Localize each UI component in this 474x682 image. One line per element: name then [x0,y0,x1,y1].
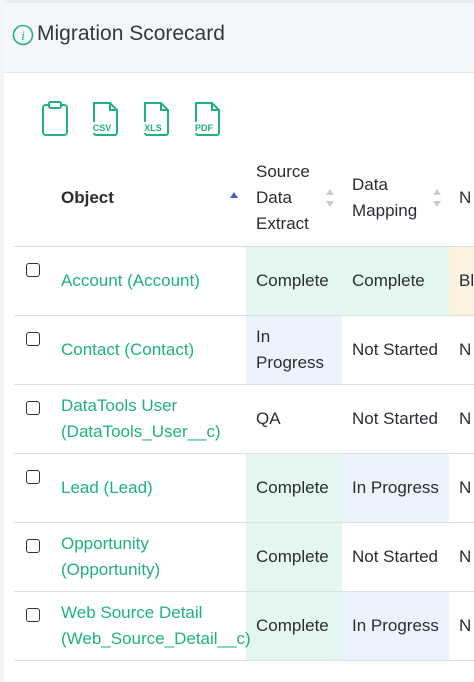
header-data-mapping[interactable]: Data Mapping [342,150,449,247]
row-checkbox[interactable] [26,401,40,415]
header-object-label: Object [61,188,114,207]
row-select-cell [14,522,51,592]
object-cell: DataTools User (DataTools_User__c) [51,384,246,454]
table-row: Account (Account) Complete Complete Bl [14,246,474,316]
next-status-cell: N [449,384,474,454]
page-header: i Migration Scorecard [4,0,474,73]
mapping-status-cell: Complete [342,246,449,316]
source-status-cell: QA [246,384,342,454]
row-select-cell [14,246,51,316]
csv-icon[interactable]: CSV [90,100,122,138]
xls-label: XLS [144,123,162,133]
object-link[interactable]: Opportunity (Opportunity) [61,534,160,579]
scorecard-table: Object Source Data Extract Data Mapping … [14,150,474,661]
table-row: Web Source Detail (Web_Source_Detail__c)… [14,591,474,661]
next-status-cell: N [449,522,474,592]
scorecard-table-wrapper: Object Source Data Extract Data Mapping … [14,150,474,682]
row-checkbox[interactable] [26,470,40,484]
header-source-data-extract[interactable]: Source Data Extract [246,150,342,247]
object-link[interactable]: DataTools User (DataTools_User__c) [61,396,221,441]
sort-asc-icon[interactable] [230,189,240,207]
sort-icon[interactable] [433,189,443,207]
object-cell: Opportunity (Opportunity) [51,522,246,592]
mapping-status-cell: In Progress [342,591,449,661]
header-object[interactable]: Object [51,150,246,247]
mapping-status-cell: Not Started [342,522,449,592]
sort-icon[interactable] [326,189,336,207]
table-header-row: Object Source Data Extract Data Mapping … [14,150,474,247]
page-title: Migration Scorecard [37,22,225,45]
clipboard-icon[interactable] [40,100,72,138]
left-edge [0,0,4,682]
next-status-cell: N [449,315,474,385]
object-cell: Lead (Lead) [51,453,246,523]
row-select-cell [14,315,51,385]
header-top-line [4,0,474,3]
object-link[interactable]: Account (Account) [61,271,200,290]
mapping-status-cell: Not Started [342,384,449,454]
source-status-cell: In Progress [246,315,342,385]
next-status-cell: Bl [449,246,474,316]
source-status-cell: Complete [246,591,342,661]
object-cell: Account (Account) [51,246,246,316]
next-status-cell: N [449,453,474,523]
row-checkbox[interactable] [26,332,40,346]
object-link[interactable]: Lead (Lead) [61,478,153,497]
source-status-cell: Complete [246,522,342,592]
row-select-cell [14,384,51,454]
source-status-cell: Complete [246,246,342,316]
xls-icon[interactable]: XLS [141,100,173,138]
source-status-cell: Complete [246,453,342,523]
csv-label: CSV [93,123,112,133]
table-row: DataTools User (DataTools_User__c) QA No… [14,384,474,454]
object-link[interactable]: Contact (Contact) [61,340,194,359]
header-select [14,150,51,247]
object-link[interactable]: Web Source Detail (Web_Source_Detail__c) [61,603,251,648]
table-row: Opportunity (Opportunity) Complete Not S… [14,522,474,592]
mapping-status-cell: Not Started [342,315,449,385]
info-icon[interactable]: i [12,24,34,46]
table-row: Lead (Lead) Complete In Progress N [14,453,474,523]
header-next-column[interactable]: N D [449,150,474,247]
row-checkbox[interactable] [26,608,40,622]
mapping-status-cell: In Progress [342,453,449,523]
row-checkbox[interactable] [26,539,40,553]
row-select-cell [14,591,51,661]
object-cell: Contact (Contact) [51,315,246,385]
table-row: Contact (Contact) In Progress Not Starte… [14,315,474,385]
header-next-label: N D [459,188,474,207]
object-cell: Web Source Detail (Web_Source_Detail__c) [51,591,251,661]
pdf-icon[interactable]: PDF [192,100,224,138]
row-checkbox[interactable] [26,263,40,277]
svg-text:i: i [21,28,25,43]
next-status-cell: N [449,591,474,661]
row-select-cell [14,453,51,523]
pdf-label: PDF [195,123,214,133]
